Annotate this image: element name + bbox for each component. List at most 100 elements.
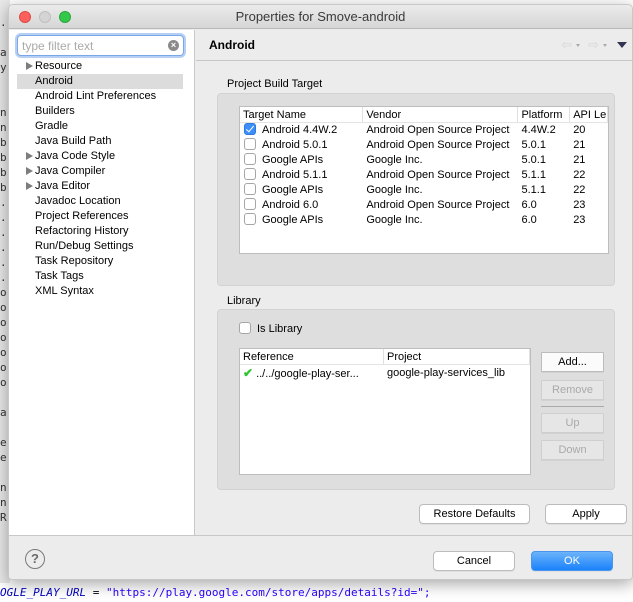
target-name: Google APIs — [262, 214, 324, 226]
build-target-row[interactable]: Android 6.0 Android Open Source Project 6.… — [240, 198, 608, 213]
window-title: Properties for Smove-android — [235, 9, 406, 24]
filter-field[interactable]: × — [17, 35, 184, 56]
column-header[interactable]: Platform — [518, 107, 571, 122]
target-checkbox[interactable] — [244, 213, 256, 225]
forward-history-dropdown-icon[interactable] — [603, 43, 607, 47]
column-header[interactable]: Project — [384, 349, 530, 364]
tree-item-label: Builders — [35, 105, 75, 117]
property-page: Android ⇦ ⇨ Project Build Target Target … — [196, 30, 632, 535]
tree-item-builders[interactable]: Builders — [9, 104, 194, 119]
tree-item-label: Android Lint Preferences — [35, 90, 157, 102]
back-history-dropdown-icon[interactable] — [576, 43, 581, 47]
api-level-cell: 22 — [573, 184, 586, 196]
build-target-row[interactable]: Google APIs Google Inc. 5.1.1 22 — [240, 183, 608, 198]
tree-item-javadoc-location[interactable]: Javadoc Location — [9, 194, 194, 209]
tree-item-gradle[interactable]: Gradle — [9, 119, 194, 134]
target-checkbox[interactable] — [244, 138, 256, 150]
tree-item-task-repository[interactable]: Task Repository — [9, 254, 194, 269]
build-target-group-label: Project Build Target — [227, 78, 323, 90]
target-name: Android 4.4W.2 — [262, 124, 338, 136]
build-target-row[interactable]: Google APIs Google Inc. 5.0.1 21 — [240, 153, 608, 168]
back-arrow-icon[interactable]: ⇦ — [561, 38, 572, 51]
target-checkbox[interactable] — [244, 198, 256, 210]
column-header[interactable]: Reference — [240, 349, 384, 364]
view-menu-icon[interactable] — [617, 42, 627, 48]
tree-item-refactoring-history[interactable]: Refactoring History — [9, 224, 194, 239]
target-name: Google APIs — [262, 154, 324, 166]
build-target-row[interactable]: Google APIs Google Inc. 6.0 23 — [240, 213, 608, 228]
expand-arrow-icon[interactable] — [26, 152, 33, 160]
tree-item-android-lint-preferences[interactable]: Android Lint Preferences — [9, 89, 194, 104]
ok-button[interactable]: OK — [531, 551, 613, 571]
target-name: Android 5.0.1 — [262, 139, 328, 151]
apply-button[interactable]: Apply — [545, 504, 627, 524]
tree-item-java-compiler[interactable]: Java Compiler — [9, 164, 194, 179]
tree-item-java-editor[interactable]: Java Editor — [9, 179, 194, 194]
column-header[interactable]: Vendor — [363, 107, 519, 122]
target-checkbox[interactable] — [244, 123, 256, 135]
restore-defaults-button[interactable]: Restore Defaults — [419, 504, 530, 524]
platform-cell: 5.0.1 — [521, 154, 546, 166]
vendor-cell: Google Inc. — [366, 154, 423, 166]
reference-cell: ✔ ../../google-play-ser... — [240, 365, 384, 382]
tree-item-java-build-path[interactable]: Java Build Path — [9, 134, 194, 149]
add-library-button[interactable]: Add... — [541, 352, 604, 372]
tree-item-android[interactable]: Android — [17, 74, 183, 89]
tree-item-label: XML Syntax — [35, 285, 94, 297]
target-checkbox[interactable] — [244, 168, 256, 180]
tree-item-label: Run/Debug Settings — [35, 240, 134, 252]
expand-arrow-icon[interactable] — [26, 62, 33, 70]
platform-cell: 6.0 — [521, 214, 537, 226]
library-table-header: Reference Project — [240, 349, 530, 365]
target-checkbox[interactable] — [244, 183, 256, 195]
tree-item-label: Javadoc Location — [35, 195, 121, 207]
reference-path: ../../google-play-ser... — [256, 368, 359, 380]
vendor-cell: Android Open Source Project — [366, 124, 510, 136]
target-name-cell: Android 5.1.1 — [240, 168, 363, 183]
tree-item-label: Java Build Path — [35, 135, 112, 147]
library-reference-row[interactable]: ✔ ../../google-play-ser... google-play-ser… — [240, 365, 530, 382]
code-operator: = — [86, 586, 106, 599]
target-checkbox[interactable] — [244, 153, 256, 165]
target-name-cell: Android 6.0 — [240, 198, 363, 213]
move-down-button[interactable]: Down — [541, 440, 604, 460]
tree-item-java-code-style[interactable]: Java Code Style — [9, 149, 194, 164]
column-header[interactable]: API Le — [570, 107, 608, 122]
expand-arrow-icon[interactable] — [26, 182, 33, 190]
filter-input[interactable] — [22, 38, 162, 53]
move-up-button[interactable]: Up — [541, 413, 604, 433]
tree-item-run-debug-settings[interactable]: Run/Debug Settings — [9, 239, 194, 254]
remove-library-button[interactable]: Remove — [541, 380, 604, 400]
target-name-cell: Google APIs — [240, 153, 363, 168]
tree-item-project-references[interactable]: Project References — [9, 209, 194, 224]
tree-item-resource[interactable]: Resource — [9, 59, 194, 74]
is-library-checkbox[interactable] — [239, 322, 251, 334]
build-target-row[interactable]: Android 5.1.1 Android Open Source Project… — [240, 168, 608, 183]
platform-cell: 6.0 — [521, 199, 537, 211]
api-level-cell: 23 — [573, 199, 586, 211]
library-reference-table: Reference Project ✔ ../../google-play-ser.… — [239, 348, 531, 475]
platform-cell: 5.0.1 — [521, 139, 546, 151]
build-target-row[interactable]: Android 4.4W.2 Android Open Source Projec… — [240, 123, 608, 138]
cancel-button[interactable]: Cancel — [433, 551, 515, 571]
tree-item-xml-syntax[interactable]: XML Syntax — [9, 284, 194, 299]
library-table-body: ✔ ../../google-play-ser... google-play-ser… — [240, 365, 530, 382]
tree-item-label: Resource — [35, 60, 83, 72]
page-header: Android ⇦ ⇨ — [196, 30, 632, 61]
title-bar: Properties for Smove-android — [9, 5, 632, 29]
build-target-table-body: Android 4.4W.2 Android Open Source Projec… — [240, 123, 608, 228]
platform-cell: 5.1.1 — [521, 169, 546, 181]
background-code-line: OGLE_PLAY_URL = "https://play.google.com… — [0, 583, 633, 602]
build-target-table-header: Target Name Vendor Platform API Le — [240, 107, 608, 123]
expand-arrow-icon[interactable] — [26, 167, 33, 175]
clear-icon[interactable]: × — [168, 40, 179, 51]
build-target-row[interactable]: Android 5.0.1 Android Open Source Project… — [240, 138, 608, 153]
tree-item-label: Task Tags — [35, 270, 84, 282]
forward-arrow-icon[interactable]: ⇨ — [588, 38, 599, 51]
tree-item-task-tags[interactable]: Task Tags — [9, 269, 194, 284]
target-name-cell: Google APIs — [240, 183, 363, 198]
target-name: Google APIs — [262, 184, 324, 196]
help-icon[interactable]: ? — [25, 549, 45, 569]
is-library-checkbox-row[interactable]: Is Library — [238, 322, 302, 336]
column-header[interactable]: Target Name — [240, 107, 364, 122]
